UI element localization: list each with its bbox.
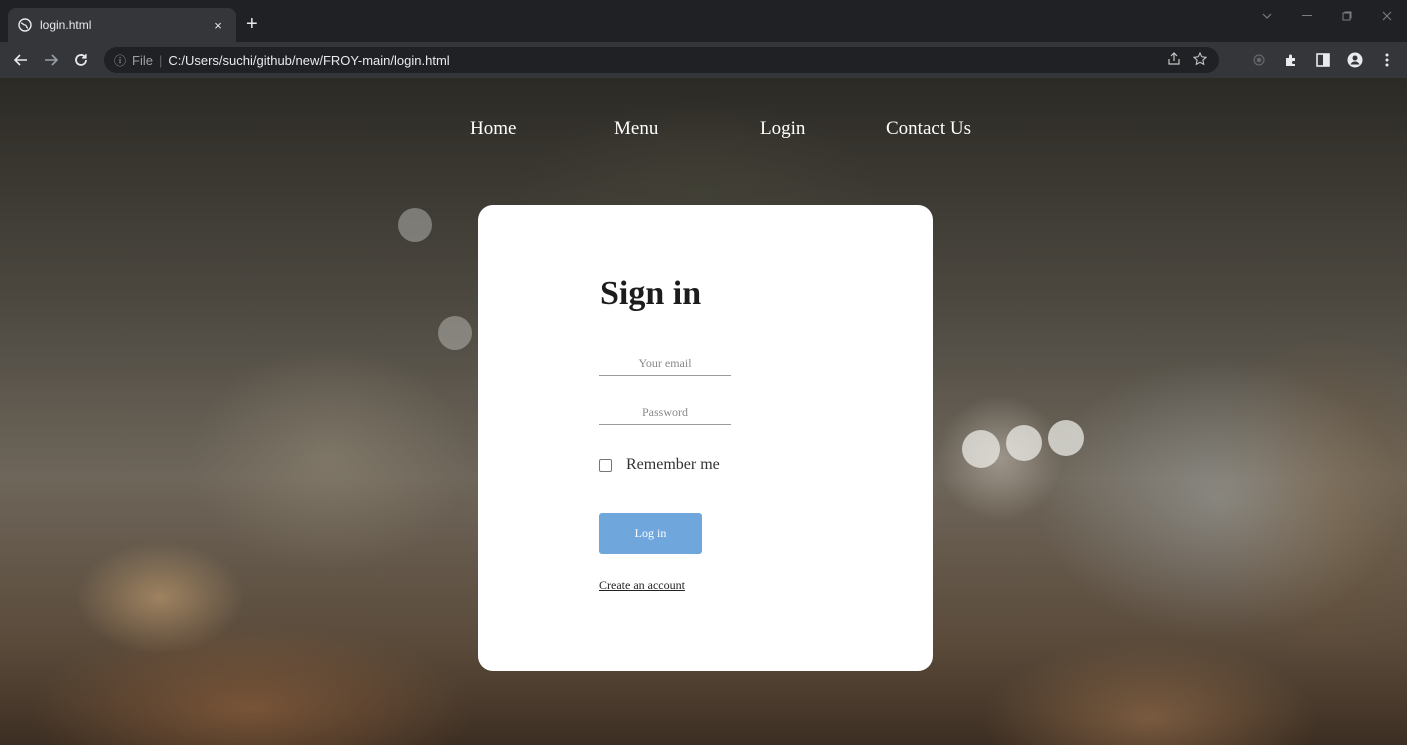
browser-tab-bar: login.html × + (0, 0, 1407, 42)
close-tab-icon[interactable]: × (210, 18, 226, 33)
restore-icon[interactable] (1327, 0, 1367, 32)
address-bar[interactable]: ⓘ File | C:/Users/suchi/github/new/FROY-… (104, 47, 1219, 73)
sign-in-card: Sign in Remember me Log in Create an acc… (478, 205, 933, 671)
remember-me-checkbox[interactable] (599, 458, 612, 472)
globe-icon (18, 18, 32, 32)
top-navigation: Home Menu Login Contact Us (0, 118, 1407, 142)
minimize-icon[interactable] (1287, 0, 1327, 32)
background-bokeh (962, 430, 1000, 468)
tab-title: login.html (40, 18, 92, 32)
nav-home[interactable]: Home (470, 118, 516, 140)
browser-toolbar: ⓘ File | C:/Users/suchi/github/new/FROY-… (0, 42, 1407, 78)
login-button[interactable]: Log in (599, 513, 702, 554)
nav-login[interactable]: Login (760, 118, 805, 140)
window-controls (1247, 0, 1407, 32)
remember-me-label: Remember me (626, 456, 720, 473)
sign-in-title: Sign in (600, 275, 702, 312)
background-bokeh (1048, 420, 1084, 456)
profile-icon[interactable] (1347, 52, 1363, 68)
password-field[interactable] (599, 401, 731, 425)
url-separator: | (158, 52, 163, 68)
reload-icon[interactable] (68, 47, 94, 73)
background-bokeh (398, 208, 432, 242)
back-arrow-icon[interactable] (8, 47, 34, 73)
share-icon[interactable] (1167, 51, 1181, 69)
background-bokeh (438, 316, 472, 350)
nav-contact-us[interactable]: Contact Us (886, 118, 971, 140)
forward-arrow-icon[interactable] (38, 47, 64, 73)
puzzle-icon[interactable] (1283, 52, 1299, 68)
more-icon[interactable] (1379, 52, 1395, 68)
nav-menu[interactable]: Menu (614, 118, 658, 140)
url-text[interactable]: C:/Users/suchi/github/new/FROY-main/logi… (168, 53, 1167, 68)
side-panel-icon[interactable] (1315, 52, 1331, 68)
url-scheme: File (132, 52, 153, 68)
remember-me-row: Remember me (599, 456, 720, 474)
new-tab-button[interactable]: + (246, 14, 258, 34)
extension-icon[interactable] (1251, 52, 1267, 68)
star-icon[interactable] (1192, 51, 1208, 69)
email-field[interactable] (599, 352, 731, 376)
background-bokeh (1006, 425, 1042, 461)
browser-tab[interactable]: login.html × (8, 8, 236, 42)
info-icon[interactable]: ⓘ (114, 52, 126, 69)
close-window-icon[interactable] (1367, 0, 1407, 32)
tab-search-icon[interactable] (1247, 0, 1287, 32)
page-viewport: Home Menu Login Contact Us Sign in Remem… (0, 78, 1407, 745)
create-account-link[interactable]: Create an account (599, 578, 685, 593)
